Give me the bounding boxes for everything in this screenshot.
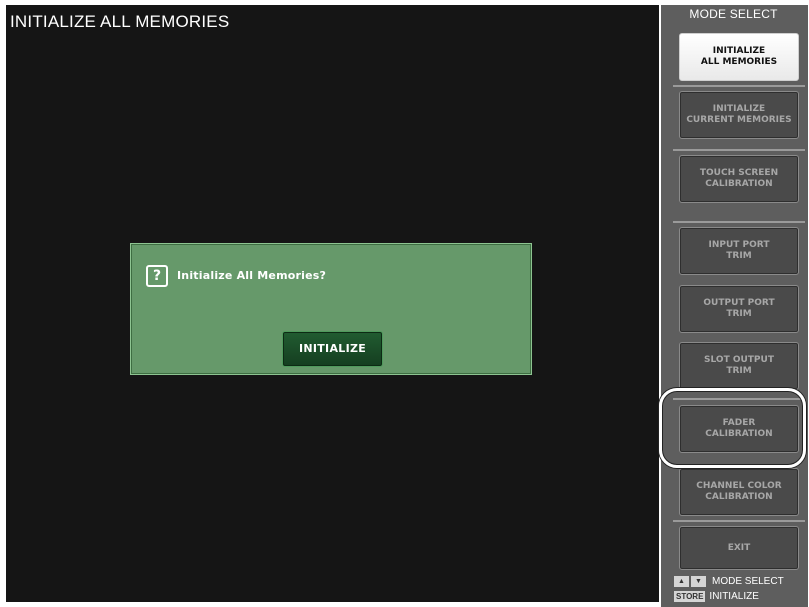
touch-screen-calibration-button[interactable]: TOUCH SCREEN CALIBRATION: [679, 155, 799, 203]
footer-mode-select-hint: ▲ ▼ MODE SELECT: [674, 576, 784, 587]
mode-select-sidebar: MODE SELECT INITIALIZE ALL MEMORIES INIT…: [661, 5, 808, 607]
confirm-dialog: ? Initialize All Memories? INITIALIZE: [130, 243, 532, 375]
exit-button[interactable]: EXIT: [679, 526, 799, 570]
store-key-icon: STORE: [674, 591, 706, 602]
initialize-all-memories-button[interactable]: INITIALIZE ALL MEMORIES: [679, 33, 799, 81]
input-port-trim-button[interactable]: INPUT PORT TRIM: [679, 227, 799, 275]
footer-arrows-label: MODE SELECT: [712, 576, 784, 587]
question-icon: ?: [146, 265, 168, 287]
sidebar-title: MODE SELECT: [689, 7, 778, 21]
down-arrow-key-icon: ▼: [691, 576, 706, 587]
footer-store-label: INITIALIZE: [709, 591, 759, 602]
page-title: INITIALIZE ALL MEMORIES: [10, 12, 230, 31]
output-port-trim-button[interactable]: OUTPUT PORT TRIM: [679, 285, 799, 333]
divider: [673, 398, 805, 400]
main-panel: INITIALIZE ALL MEMORIES ? Initialize All…: [6, 5, 659, 602]
initialize-current-memories-button[interactable]: INITIALIZE CURRENT MEMORIES: [679, 91, 799, 139]
slot-output-trim-button[interactable]: SLOT OUTPUT TRIM: [679, 342, 799, 390]
divider: [673, 85, 805, 87]
up-arrow-key-icon: ▲: [674, 576, 689, 587]
footer-store-hint: STORE INITIALIZE: [674, 591, 759, 602]
initialize-button[interactable]: INITIALIZE: [282, 331, 383, 367]
divider: [673, 221, 805, 223]
channel-color-calibration-button[interactable]: CHANNEL COLOR CALIBRATION: [679, 468, 799, 516]
dialog-message: Initialize All Memories?: [177, 269, 327, 282]
fader-calibration-button[interactable]: FADER CALIBRATION: [679, 405, 799, 453]
divider: [673, 149, 805, 151]
divider: [673, 520, 805, 522]
